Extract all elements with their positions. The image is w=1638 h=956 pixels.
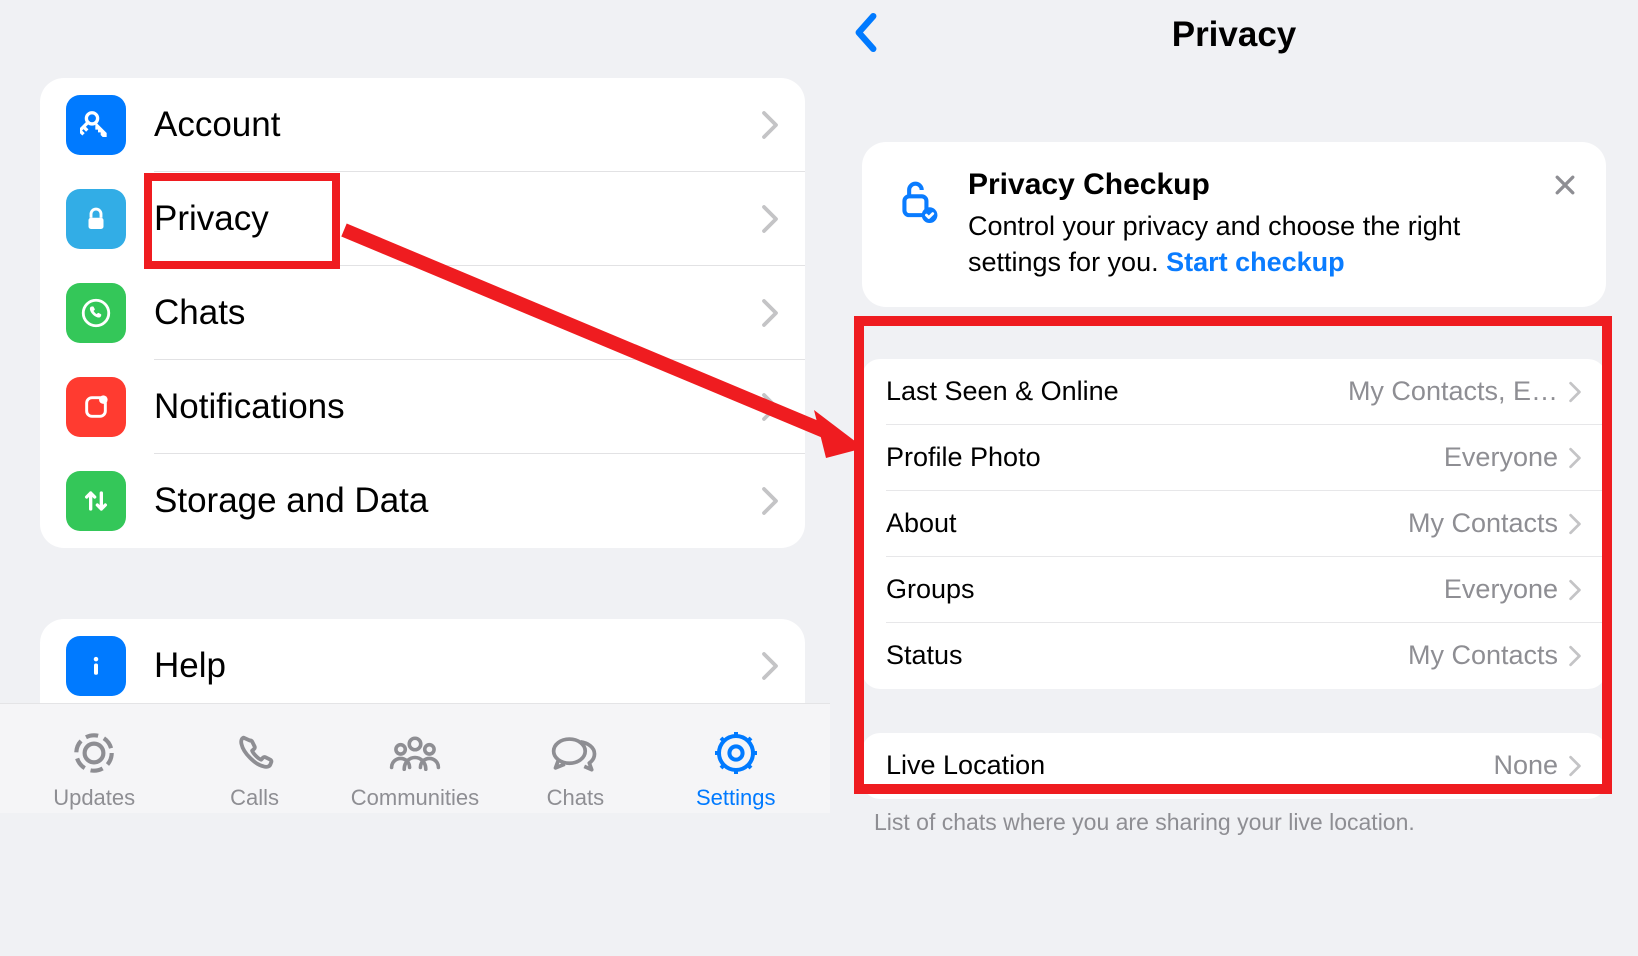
settings-list: Account Privacy Chats Noti: [40, 78, 805, 548]
settings-row-label: Help: [154, 646, 761, 686]
priv-row-value: My Contacts: [1408, 640, 1558, 671]
priv-row-value: None: [1493, 750, 1558, 781]
settings-row-help[interactable]: Help: [40, 619, 805, 713]
chevron-right-icon: [1568, 579, 1582, 601]
privacy-checkup-card[interactable]: Privacy Checkup Control your privacy and…: [862, 142, 1606, 307]
tab-label: Communities: [351, 785, 479, 811]
close-icon: [1552, 172, 1578, 198]
priv-row-label: Profile Photo: [886, 442, 1444, 473]
close-button[interactable]: [1552, 172, 1578, 203]
tab-chats[interactable]: Chats: [500, 725, 650, 811]
privacy-list-location: Live Location None: [862, 733, 1606, 799]
priv-row-label: Live Location: [886, 750, 1493, 781]
chevron-right-icon: [1568, 381, 1582, 403]
whatsapp-icon: [66, 283, 126, 343]
checkup-desc: Control your privacy and choose the righ…: [968, 208, 1536, 281]
settings-pane: Account Privacy Chats Noti: [0, 0, 830, 956]
notification-icon: [66, 377, 126, 437]
privacy-pane: Privacy Privacy Checkup Control your pri…: [830, 0, 1638, 956]
calls-icon: [232, 725, 278, 781]
settings-row-label: Chats: [154, 293, 761, 333]
chevron-right-icon: [761, 651, 779, 681]
privacy-row-about[interactable]: About My Contacts: [862, 491, 1606, 557]
settings-row-label: Account: [154, 105, 761, 145]
page-title: Privacy: [1172, 15, 1297, 55]
chevron-right-icon: [1568, 645, 1582, 667]
privacy-header: Privacy: [830, 0, 1638, 70]
settings-row-notifications[interactable]: Notifications: [40, 360, 805, 454]
back-button[interactable]: [852, 13, 880, 58]
chevron-right-icon: [1568, 755, 1582, 777]
priv-row-value: Everyone: [1444, 574, 1558, 605]
privacy-row-profile-photo[interactable]: Profile Photo Everyone: [862, 425, 1606, 491]
tab-communities[interactable]: Communities: [340, 725, 490, 811]
tab-updates[interactable]: Updates: [19, 725, 169, 811]
chevron-right-icon: [761, 298, 779, 328]
chevron-right-icon: [1568, 447, 1582, 469]
chevron-right-icon: [761, 110, 779, 140]
priv-row-label: Status: [886, 640, 1408, 671]
tab-label: Settings: [696, 785, 776, 811]
settings-row-account[interactable]: Account: [40, 78, 805, 172]
settings-help-list: Help: [40, 619, 805, 713]
communities-icon: [388, 725, 442, 781]
live-location-footer: List of chats where you are sharing your…: [874, 809, 1594, 836]
privacy-row-last-seen[interactable]: Last Seen & Online My Contacts, E…: [862, 359, 1606, 425]
chevron-right-icon: [1568, 513, 1582, 535]
privacy-row-groups[interactable]: Groups Everyone: [862, 557, 1606, 623]
chevron-left-icon: [852, 13, 880, 53]
chevron-right-icon: [761, 204, 779, 234]
shield-lock-icon: [890, 174, 944, 228]
priv-row-label: About: [886, 508, 1408, 539]
privacy-row-live-location[interactable]: Live Location None: [862, 733, 1606, 799]
settings-row-chats[interactable]: Chats: [40, 266, 805, 360]
settings-row-label: Notifications: [154, 387, 761, 427]
updown-icon: [66, 471, 126, 531]
priv-row-value: Everyone: [1444, 442, 1558, 473]
chevron-right-icon: [761, 486, 779, 516]
settings-row-label: Privacy: [154, 199, 761, 239]
priv-row-label: Last Seen & Online: [886, 376, 1348, 407]
settings-icon: [712, 725, 760, 781]
priv-row-value: My Contacts: [1408, 508, 1558, 539]
privacy-list-main: Last Seen & Online My Contacts, E… Profi…: [862, 359, 1606, 689]
tab-bar: Updates Calls Communities Chats Settings: [0, 703, 830, 813]
tab-label: Chats: [547, 785, 604, 811]
settings-row-privacy[interactable]: Privacy: [40, 172, 805, 266]
chats-icon: [549, 725, 601, 781]
checkup-text: Privacy Checkup Control your privacy and…: [968, 168, 1536, 281]
tab-label: Updates: [53, 785, 135, 811]
lock-icon: [66, 189, 126, 249]
settings-row-storage[interactable]: Storage and Data: [40, 454, 805, 548]
chevron-right-icon: [761, 392, 779, 422]
updates-icon: [69, 725, 119, 781]
tab-label: Calls: [230, 785, 279, 811]
priv-row-label: Groups: [886, 574, 1444, 605]
start-checkup-link[interactable]: Start checkup: [1166, 247, 1345, 277]
checkup-title: Privacy Checkup: [968, 168, 1536, 202]
privacy-row-status[interactable]: Status My Contacts: [862, 623, 1606, 689]
priv-row-value: My Contacts, E…: [1348, 376, 1558, 407]
key-icon: [66, 95, 126, 155]
info-icon: [66, 636, 126, 696]
settings-row-label: Storage and Data: [154, 481, 761, 521]
tab-settings[interactable]: Settings: [661, 725, 811, 811]
tab-calls[interactable]: Calls: [180, 725, 330, 811]
